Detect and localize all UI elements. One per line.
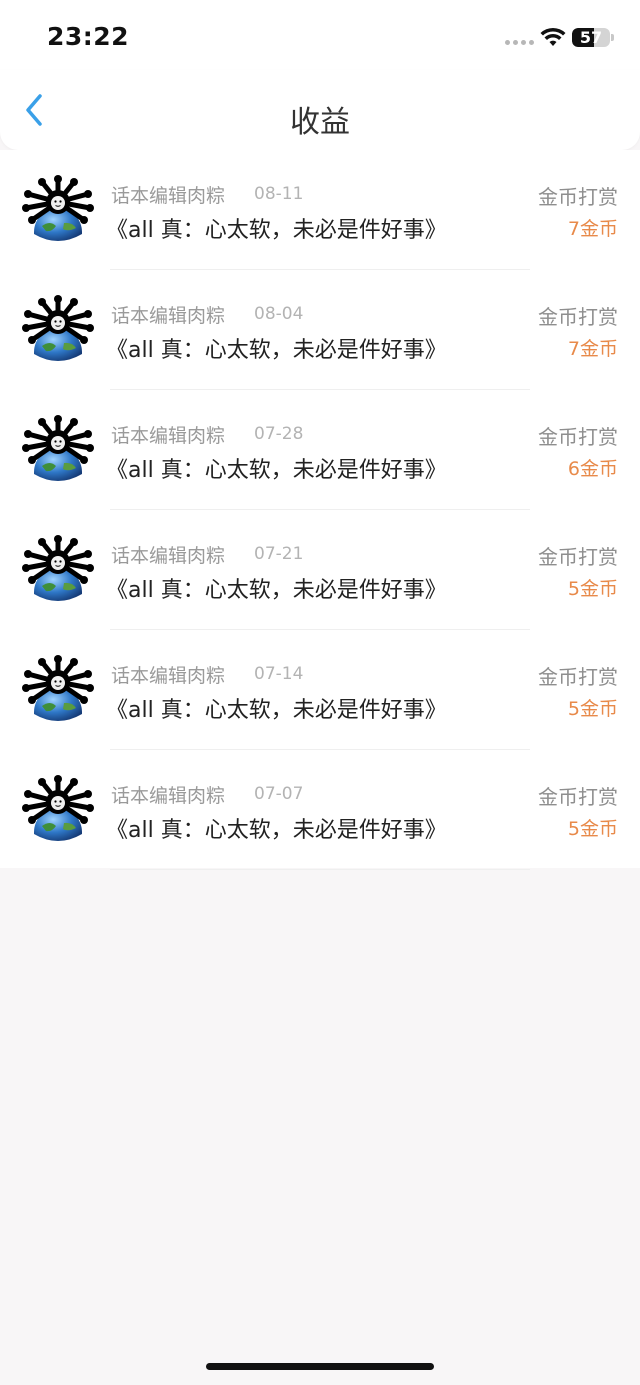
reward-amount: 5金币 <box>567 698 618 720</box>
divider <box>110 869 530 870</box>
battery-icon: 57 <box>572 28 610 47</box>
reward-date: 08-04 <box>254 304 304 324</box>
battery-cap <box>611 34 614 41</box>
reward-type: 金币打赏 <box>538 785 618 809</box>
reward-date: 07-21 <box>254 544 304 564</box>
reward-amount: 5金币 <box>567 818 618 840</box>
reward-type: 金币打赏 <box>538 305 618 329</box>
home-indicator <box>206 1363 434 1370</box>
avatar <box>22 295 94 361</box>
reward-type: 金币打赏 <box>538 185 618 209</box>
nav-bar: 收益 <box>0 70 640 150</box>
reward-row[interactable]: 话本编辑肉粽 08-11 《all 真：心太软，未必是件好事》 金币打赏 7金币 <box>0 150 640 270</box>
rewards-list: 话本编辑肉粽 08-11 《all 真：心太软，未必是件好事》 金币打赏 7金币 <box>0 150 640 870</box>
reward-date: 07-07 <box>254 784 304 804</box>
reward-type: 金币打赏 <box>538 425 618 449</box>
book-title: 《all 真：心太软，未必是件好事》 <box>106 578 447 603</box>
author-name: 话本编辑肉粽 <box>111 545 226 567</box>
author-name: 话本编辑肉粽 <box>111 305 226 327</box>
reward-row[interactable]: 话本编辑肉粽 07-07 《all 真：心太软，未必是件好事》 金币打赏 5金币 <box>0 750 640 870</box>
book-title: 《all 真：心太软，未必是件好事》 <box>106 218 447 243</box>
reward-type: 金币打赏 <box>538 545 618 569</box>
reward-amount: 7金币 <box>567 338 618 360</box>
status-bar: 23:22 57 <box>0 0 640 70</box>
reward-amount: 5金币 <box>567 578 618 600</box>
avatar <box>22 775 94 841</box>
status-time: 23:22 <box>47 22 130 51</box>
avatar <box>22 415 94 481</box>
reward-amount: 7金币 <box>567 218 618 240</box>
avatar <box>22 535 94 601</box>
author-name: 话本编辑肉粽 <box>111 425 226 447</box>
book-title: 《all 真：心太软，未必是件好事》 <box>106 338 447 363</box>
cellular-signal-icon <box>505 40 535 48</box>
wifi-icon <box>540 27 566 46</box>
book-title: 《all 真：心太软，未必是件好事》 <box>106 458 447 483</box>
reward-date: 07-28 <box>254 424 304 444</box>
reward-type: 金币打赏 <box>538 665 618 689</box>
reward-row[interactable]: 话本编辑肉粽 08-04 《all 真：心太软，未必是件好事》 金币打赏 7金币 <box>0 270 640 390</box>
reward-row[interactable]: 话本编辑肉粽 07-28 《all 真：心太软，未必是件好事》 金币打赏 6金币 <box>0 390 640 510</box>
battery-level: 57 <box>579 28 603 47</box>
book-title: 《all 真：心太软，未必是件好事》 <box>106 818 447 843</box>
avatar <box>22 175 94 241</box>
author-name: 话本编辑肉粽 <box>111 185 226 207</box>
reward-date: 08-11 <box>254 184 304 204</box>
author-name: 话本编辑肉粽 <box>111 665 226 687</box>
book-title: 《all 真：心太软，未必是件好事》 <box>106 698 447 723</box>
reward-amount: 6金币 <box>567 458 618 480</box>
reward-row[interactable]: 话本编辑肉粽 07-21 《all 真：心太软，未必是件好事》 金币打赏 5金币 <box>0 510 640 630</box>
reward-date: 07-14 <box>254 664 304 684</box>
page-title: 收益 <box>290 105 350 140</box>
author-name: 话本编辑肉粽 <box>111 785 226 807</box>
reward-row[interactable]: 话本编辑肉粽 07-14 《all 真：心太软，未必是件好事》 金币打赏 5金币 <box>0 630 640 750</box>
avatar <box>22 655 94 721</box>
